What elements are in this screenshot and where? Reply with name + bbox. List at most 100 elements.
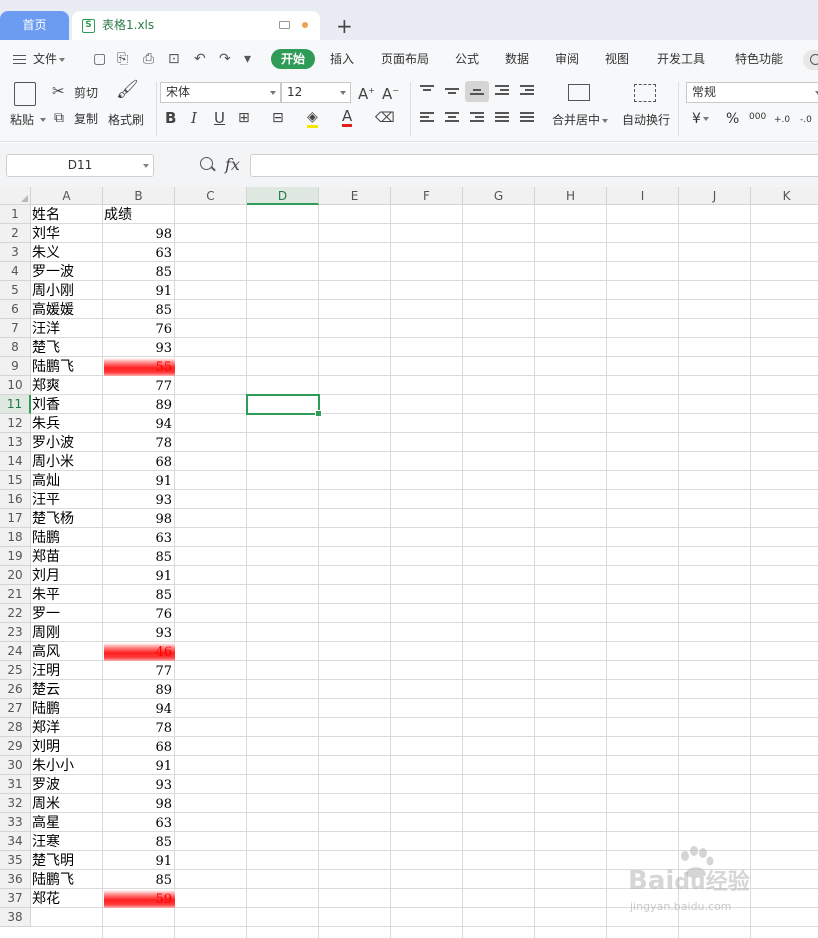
column-header-h[interactable]: H <box>535 187 607 205</box>
save-icon[interactable]: ▢ <box>93 50 106 68</box>
cell-name[interactable]: 郑爽 <box>32 377 103 395</box>
cell-name[interactable]: 楚飞明 <box>32 852 103 870</box>
monitor-icon[interactable] <box>279 21 290 29</box>
cell-score[interactable]: 91 <box>104 282 175 300</box>
column-header-g[interactable]: G <box>463 187 535 205</box>
row-header[interactable]: 19 <box>0 547 31 566</box>
italic-icon[interactable]: I <box>191 110 197 126</box>
select-all-corner[interactable] <box>0 187 31 205</box>
cell-score[interactable]: 63 <box>104 814 175 832</box>
zoom-search-icon[interactable] <box>200 157 213 170</box>
column-header-e[interactable]: E <box>319 187 391 205</box>
align-bottom-icon[interactable] <box>470 89 484 101</box>
name-box[interactable]: D11 <box>6 154 154 177</box>
percent-format-button[interactable]: % <box>726 111 739 127</box>
cell-score[interactable]: 93 <box>104 624 175 642</box>
row-header[interactable]: 22 <box>0 604 31 623</box>
tab-file[interactable]: S 表格1.xls <box>72 11 320 40</box>
underline-icon[interactable]: U <box>214 110 225 126</box>
indent-decrease-icon[interactable] <box>495 85 509 97</box>
font-color-icon[interactable]: A <box>342 108 353 127</box>
menu-insert[interactable]: 插入 <box>330 50 354 68</box>
cell-score[interactable]: 85 <box>104 833 175 851</box>
cell-score[interactable]: 91 <box>104 567 175 585</box>
tab-home[interactable]: 首页 <box>0 11 69 40</box>
cell-name[interactable]: 高星 <box>32 814 103 832</box>
bold-icon[interactable]: B <box>165 110 176 126</box>
cell-score[interactable]: 93 <box>104 339 175 357</box>
clear-format-eraser-icon[interactable]: ⌫ <box>375 110 395 126</box>
increase-decimal-button[interactable]: +.0 <box>774 112 790 128</box>
cell-score[interactable]: 85 <box>104 548 175 566</box>
align-top-icon[interactable] <box>420 85 434 97</box>
search-icon[interactable] <box>803 50 818 70</box>
border-style-icon[interactable]: ⊟ <box>272 110 284 126</box>
print-preview-icon[interactable]: ⊡ <box>168 50 180 68</box>
column-header-j[interactable]: J <box>679 187 751 205</box>
menu-formula[interactable]: 公式 <box>455 50 479 68</box>
cell-name[interactable]: 刘华 <box>32 225 103 243</box>
row-header[interactable]: 33 <box>0 813 31 832</box>
row-header[interactable]: 24 <box>0 642 31 661</box>
cell-name[interactable]: 汪明 <box>32 662 103 680</box>
cell-score[interactable]: 85 <box>104 871 175 889</box>
cell-name[interactable]: 高媛媛 <box>32 301 103 319</box>
cell-score[interactable]: 63 <box>104 244 175 262</box>
align-left-icon[interactable] <box>420 112 434 124</box>
menu-special[interactable]: 特色功能 <box>735 50 783 68</box>
undo-icon[interactable]: ↶ <box>194 50 206 68</box>
row-header[interactable]: 28 <box>0 718 31 737</box>
row-header[interactable]: 26 <box>0 680 31 699</box>
row-header[interactable]: 37 <box>0 889 31 908</box>
cell-name[interactable]: 郑苗 <box>32 548 103 566</box>
row-header[interactable]: 30 <box>0 756 31 775</box>
cell-score-low[interactable]: 55 <box>104 358 175 376</box>
column-header-a[interactable]: A <box>31 187 103 205</box>
cell-score[interactable]: 77 <box>104 377 175 395</box>
menu-view[interactable]: 视图 <box>605 50 629 68</box>
column-header-i[interactable]: I <box>607 187 679 205</box>
cell-name[interactable]: 陆鹏飞 <box>32 871 103 889</box>
cell-score-low[interactable]: 46 <box>104 643 175 661</box>
cell-score[interactable]: 76 <box>104 320 175 338</box>
row-header[interactable]: 6 <box>0 300 31 319</box>
cell-name[interactable]: 周米 <box>32 795 103 813</box>
align-right-icon[interactable] <box>470 112 484 124</box>
cell-name[interactable]: 罗小波 <box>32 434 103 452</box>
row-header[interactable]: 15 <box>0 471 31 490</box>
cell-score[interactable]: 78 <box>104 434 175 452</box>
cell-name[interactable]: 朱兵 <box>32 415 103 433</box>
row-header[interactable]: 16 <box>0 490 31 509</box>
row-header[interactable]: 14 <box>0 452 31 471</box>
row-header[interactable]: 9 <box>0 357 31 376</box>
cell-name[interactable]: 汪平 <box>32 491 103 509</box>
cell-name[interactable]: 楚飞杨 <box>32 510 103 528</box>
column-header-b[interactable]: B <box>103 187 175 205</box>
cell-score[interactable]: 68 <box>104 453 175 471</box>
cell-name[interactable]: 周小米 <box>32 453 103 471</box>
row-header[interactable]: 31 <box>0 775 31 794</box>
row-header[interactable]: 5 <box>0 281 31 300</box>
cell-score[interactable]: 78 <box>104 719 175 737</box>
cell-name[interactable]: 汪寒 <box>32 833 103 851</box>
row-header[interactable]: 35 <box>0 851 31 870</box>
cell-score[interactable]: 63 <box>104 529 175 547</box>
justify-icon[interactable] <box>495 112 509 124</box>
cell-score[interactable]: 91 <box>104 472 175 490</box>
indent-increase-icon[interactable] <box>520 85 534 97</box>
cell-score[interactable]: 77 <box>104 662 175 680</box>
column-header-d[interactable]: D <box>247 187 319 205</box>
menu-file[interactable]: 文件 <box>33 50 66 68</box>
menu-start[interactable]: 开始 <box>271 49 315 69</box>
distributed-align-icon[interactable] <box>520 112 534 124</box>
menu-review[interactable]: 审阅 <box>555 50 579 68</box>
borders-icon[interactable]: ⊞ <box>238 110 250 126</box>
cell-score[interactable]: 98 <box>104 225 175 243</box>
row-header[interactable]: 11 <box>0 395 31 414</box>
redo-icon[interactable]: ↷ <box>219 50 231 68</box>
cell-score[interactable]: 91 <box>104 852 175 870</box>
font-size-increase-icon[interactable]: A+ <box>358 83 375 102</box>
cell-name[interactable]: 罗波 <box>32 776 103 794</box>
cell-score[interactable]: 94 <box>104 415 175 433</box>
cell-score[interactable]: 76 <box>104 605 175 623</box>
